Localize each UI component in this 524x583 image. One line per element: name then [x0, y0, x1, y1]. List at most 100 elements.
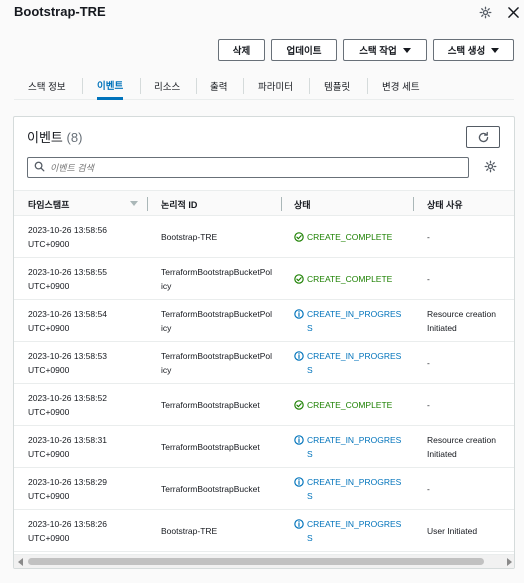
status-text: CREATE_IN_PROGRES — [307, 519, 402, 529]
tab-divider — [309, 78, 310, 94]
table-row: 2023-10-26 13:58:53 UTC+0900 TerraformBoot… — [14, 342, 514, 384]
column-header-timestamp[interactable]: 타임스탬프 — [28, 198, 69, 211]
status-reason-text: Resource creation — [427, 309, 496, 319]
status-badge: CREATE_COMPLETE — [294, 230, 392, 244]
scroll-left-arrow-icon[interactable] — [18, 558, 23, 566]
delete-button[interactable]: 삭제 — [218, 39, 265, 61]
column-divider[interactable] — [147, 197, 148, 211]
scroll-right-arrow-icon[interactable] — [507, 558, 512, 566]
status-badge: CREATE_COMPLETE — [294, 398, 392, 412]
timezone-text: UTC+0900 — [28, 407, 70, 417]
sort-descending-icon[interactable] — [130, 201, 138, 206]
status-text: CREATE_IN_PROGRES — [307, 435, 402, 445]
column-divider[interactable] — [413, 197, 414, 211]
table-row: 2023-10-26 13:58:29 UTC+0900 TerraformBoot… — [14, 468, 514, 510]
timestamp-text: 2023-10-26 13:58:29 — [28, 477, 107, 487]
status-text-wrap: S — [307, 491, 313, 501]
logical-id-cell: TerraformBootstrapBucketPolicy — [161, 258, 273, 300]
status-cell: CREATE_IN_PROGRES S — [294, 510, 409, 552]
table-row: 2023-10-26 13:58:56 UTC+0900 Bootstrap-TRE… — [14, 216, 514, 258]
success-check-icon — [294, 232, 304, 242]
status-reason-text-wrap: Initiated — [427, 323, 457, 333]
timestamp-text: 2023-10-26 13:58:52 — [28, 393, 107, 403]
status-reason-cell: - — [427, 468, 514, 510]
column-header-status-reason[interactable]: 상태 사유 — [427, 198, 463, 211]
events-title: 이벤트 — [27, 130, 63, 145]
refresh-button[interactable] — [466, 126, 500, 148]
timestamp-cell: 2023-10-26 13:58:54 UTC+0900 — [28, 300, 148, 342]
horizontal-scrollbar[interactable] — [14, 554, 514, 568]
status-cell: CREATE_IN_PROGRES S — [294, 300, 409, 342]
status-cell: CREATE_IN_PROGRES S — [294, 426, 409, 468]
logical-id-text: TerraformBootstrapBucket — [161, 442, 260, 452]
status-reason-cell: - — [427, 384, 514, 426]
events-heading: 이벤트 (8) — [27, 127, 82, 146]
timezone-text: UTC+0900 — [28, 365, 70, 375]
status-text-wrap: S — [307, 533, 313, 543]
column-divider[interactable] — [281, 197, 282, 211]
events-table-header: 타임스탬프 논리적 ID 상태 상태 사유 — [14, 190, 514, 216]
status-badge: CREATE_IN_PROGRES S — [294, 349, 401, 377]
info-icon — [294, 309, 304, 319]
logical-id-text: TerraformBootstrapBucket — [161, 484, 260, 494]
tab-divider — [196, 78, 197, 94]
column-header-status[interactable]: 상태 — [294, 198, 311, 211]
tab-change-sets[interactable]: 변경 세트 — [382, 72, 420, 100]
stack-name: Bootstrap-TRE — [14, 4, 106, 19]
timestamp-cell: 2023-10-26 13:58:56 UTC+0900 — [28, 216, 148, 258]
timestamp-cell: 2023-10-26 13:58:29 UTC+0900 — [28, 468, 148, 510]
gear-icon[interactable] — [476, 3, 494, 21]
logical-id-cell: TerraformBootstrapBucket — [161, 384, 273, 426]
search-icon — [34, 161, 45, 172]
info-icon — [294, 435, 304, 445]
status-reason-text: - — [427, 400, 430, 410]
tab-resources[interactable]: 리소스 — [154, 72, 180, 100]
timezone-text: UTC+0900 — [28, 239, 70, 249]
status-text: CREATE_COMPLETE — [307, 232, 393, 242]
status-text: CREATE_IN_PROGRES — [307, 477, 402, 487]
tab-parameters[interactable]: 파라미터 — [258, 72, 293, 100]
status-reason-cell: - — [427, 216, 514, 258]
logical-id-cell: TerraformBootstrapBucket — [161, 468, 273, 510]
timestamp-cell: 2023-10-26 13:58:26 UTC+0900 — [28, 510, 148, 552]
status-cell: CREATE_COMPLETE — [294, 216, 409, 258]
status-reason-text-wrap: Initiated — [427, 449, 457, 459]
refresh-icon — [478, 131, 488, 142]
tab-outputs[interactable]: 출력 — [210, 72, 227, 100]
stack-actions-dropdown[interactable]: 스택 작업 — [343, 39, 427, 61]
create-stack-dropdown[interactable]: 스택 생성 — [433, 39, 514, 61]
tab-template[interactable]: 템플릿 — [324, 72, 350, 100]
status-text: CREATE_COMPLETE — [307, 274, 393, 284]
event-search-input[interactable] — [50, 160, 460, 175]
table-row: 2023-10-26 13:58:31 UTC+0900 TerraformBoot… — [14, 426, 514, 468]
tab-divider — [82, 78, 83, 94]
timestamp-text: 2023-10-26 13:58:54 — [28, 309, 107, 319]
status-text-wrap: S — [307, 365, 313, 375]
status-badge: CREATE_IN_PROGRES S — [294, 475, 401, 503]
status-badge: CREATE_COMPLETE — [294, 272, 392, 286]
update-button[interactable]: 업데이트 — [271, 39, 337, 61]
logical-id-cell: TerraformBootstrapBucketPolicy — [161, 342, 273, 384]
table-row: 2023-10-26 13:58:54 UTC+0900 TerraformBoot… — [14, 300, 514, 342]
caret-down-icon — [402, 47, 411, 53]
close-icon[interactable] — [504, 3, 522, 21]
timestamp-text: 2023-10-26 13:58:53 — [28, 351, 107, 361]
status-text: CREATE_IN_PROGRES — [307, 309, 402, 319]
status-text: CREATE_COMPLETE — [307, 400, 393, 410]
status-cell: CREATE_COMPLETE — [294, 258, 409, 300]
event-search-field[interactable] — [27, 157, 469, 178]
info-icon — [294, 351, 304, 361]
timezone-text: UTC+0900 — [28, 533, 70, 543]
status-reason-cell: - — [427, 342, 514, 384]
status-reason-text: - — [427, 484, 430, 494]
tab-events[interactable]: 이벤트 — [97, 72, 124, 100]
table-row: 2023-10-26 13:58:52 UTC+0900 TerraformBoot… — [14, 384, 514, 426]
status-cell: CREATE_COMPLETE — [294, 384, 409, 426]
tab-stack-info[interactable]: 스택 정보 — [28, 72, 66, 100]
table-settings-gear-icon[interactable] — [484, 160, 500, 176]
status-badge: CREATE_IN_PROGRES S — [294, 307, 401, 335]
column-header-logical-id[interactable]: 논리적 ID — [161, 198, 197, 211]
delete-label: 삭제 — [232, 46, 251, 57]
status-cell: CREATE_IN_PROGRES S — [294, 468, 409, 510]
scrollbar-thumb[interactable] — [28, 558, 484, 565]
